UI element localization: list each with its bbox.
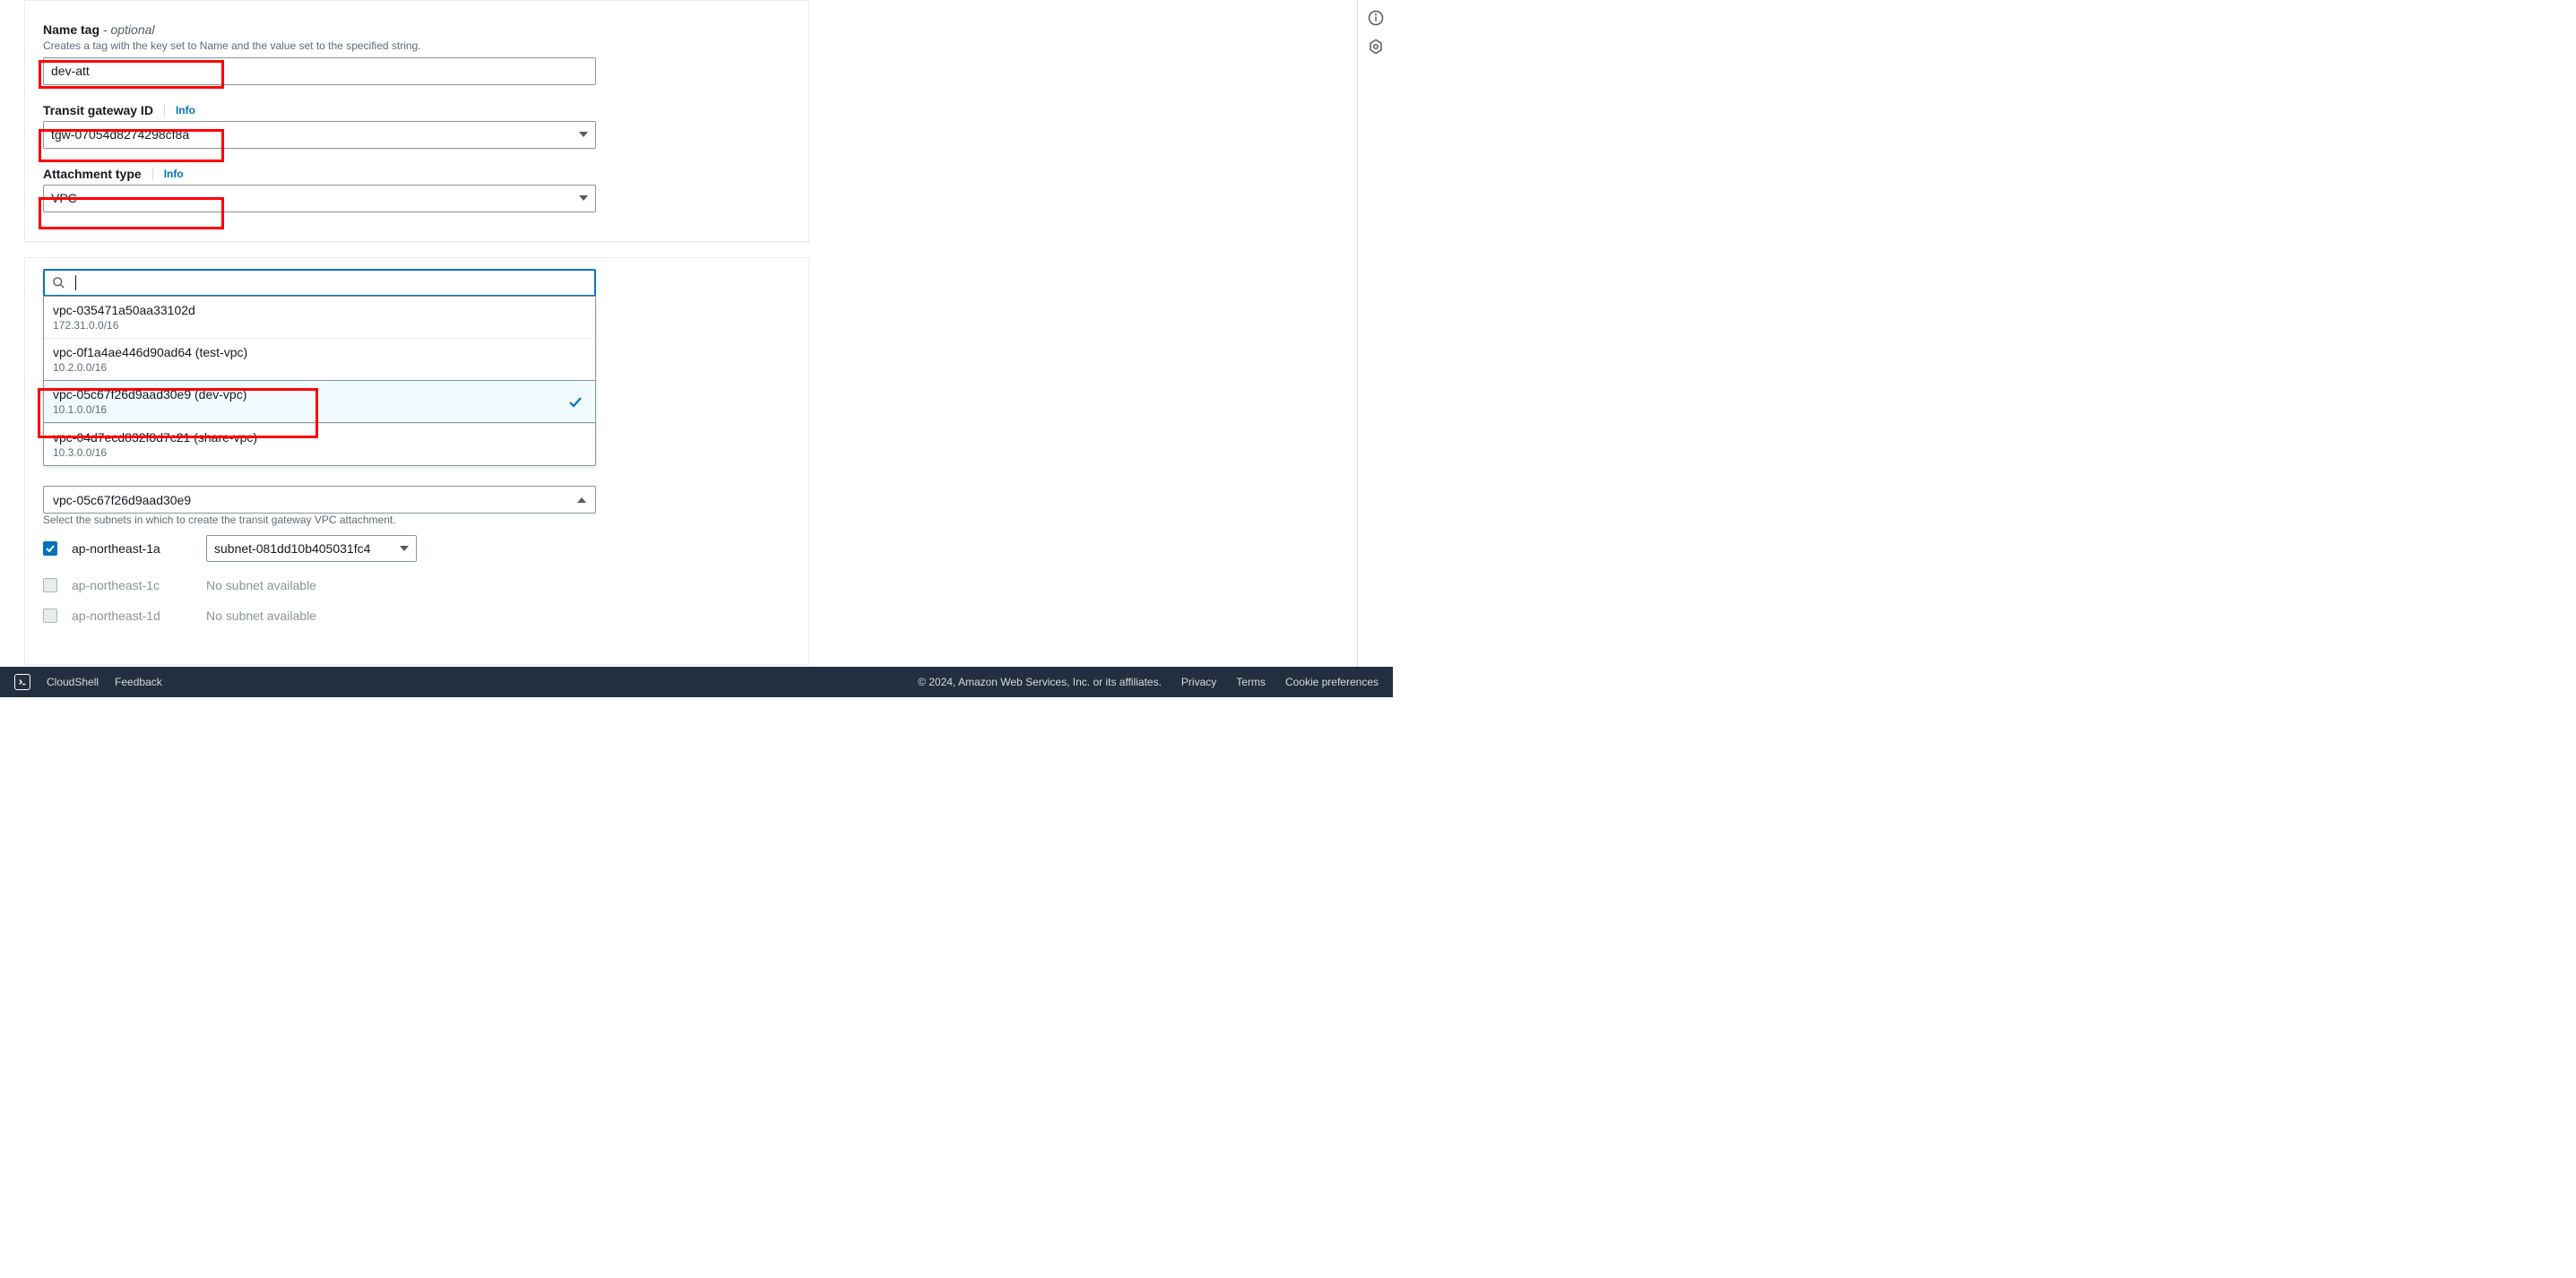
subnet-select-1a[interactable]: subnet-081dd10b405031fc4: [206, 535, 417, 562]
aws-footer: CloudShell Feedback © 2024, Amazon Web S…: [0, 667, 1393, 697]
name-tag-optional-label: - optional: [103, 22, 155, 37]
vpc-option-2-cidr: 10.1.0.0/16: [53, 403, 586, 416]
chevron-down-icon: [400, 546, 409, 551]
cloudshell-icon[interactable]: [14, 674, 30, 690]
name-tag-label: Name tag: [43, 22, 99, 37]
name-tag-value: dev-att: [51, 64, 90, 78]
subnet-row-1a: ap-northeast-1a subnet-081dd10b405031fc4: [43, 535, 791, 562]
chevron-down-icon: [579, 195, 588, 201]
settings-hex-icon[interactable]: [1367, 38, 1385, 56]
subnet-checkbox-1a[interactable]: [43, 541, 57, 556]
subnet-msg-1c: No subnet available: [206, 578, 430, 592]
text-cursor: [75, 275, 76, 290]
name-tag-desc: Creates a tag with the key set to Name a…: [43, 39, 791, 54]
subnet-desc: Select the subnets in which to create th…: [43, 513, 791, 528]
name-tag-input[interactable]: dev-att: [43, 57, 596, 85]
subnet-checkbox-1c: [43, 578, 57, 592]
tgw-info-link[interactable]: Info: [176, 104, 195, 117]
attachment-settings-panel: Name tag - optional Creates a tag with t…: [24, 0, 809, 242]
subnet-row-1d: ap-northeast-1d No subnet available: [43, 609, 791, 623]
terms-link[interactable]: Terms: [1236, 676, 1266, 688]
vpc-id-select[interactable]: vpc-05c67f26d9aad30e9: [43, 486, 596, 514]
vpc-option-0-id: vpc-035471a50aa33102d: [53, 303, 586, 317]
atype-select[interactable]: VPC: [43, 185, 596, 212]
vpc-option-3-id: vpc-04d7ecd832f8d7c21 (share-vpc): [53, 430, 586, 445]
search-icon: [52, 276, 65, 289]
vpc-option-3[interactable]: vpc-04d7ecd832f8d7c21 (share-vpc) 10.3.0…: [44, 423, 595, 465]
subnet-checkbox-1d: [43, 609, 57, 623]
subnet-row-1c: ap-northeast-1c No subnet available: [43, 578, 791, 592]
right-info-rail: [1357, 0, 1393, 667]
vpc-option-1-id: vpc-0f1a4ae446d90ad64 (test-vpc): [53, 345, 586, 359]
subnet-az-1c: ap-northeast-1c: [72, 578, 197, 592]
subnet-az-1a: ap-northeast-1a: [72, 541, 197, 556]
feedback-link[interactable]: Feedback: [115, 676, 162, 688]
subnet-az-1d: ap-northeast-1d: [72, 609, 197, 623]
atype-select-value: VPC: [51, 191, 77, 205]
tgw-label: Transit gateway ID: [43, 103, 153, 117]
vpc-option-0-cidr: 172.31.0.0/16: [53, 319, 586, 332]
vpc-option-0[interactable]: vpc-035471a50aa33102d 172.31.0.0/16: [44, 297, 595, 338]
cloudshell-link[interactable]: CloudShell: [47, 676, 99, 688]
vpc-option-1-cidr: 10.2.0.0/16: [53, 361, 586, 374]
vpc-option-3-cidr: 10.3.0.0/16: [53, 446, 586, 459]
vpc-dropdown-list: vpc-035471a50aa33102d 172.31.0.0/16 vpc-…: [43, 296, 596, 466]
vpc-option-2[interactable]: vpc-05c67f26d9aad30e9 (dev-vpc) 10.1.0.0…: [44, 380, 595, 423]
atype-divider: [152, 168, 153, 180]
vpc-option-1[interactable]: vpc-0f1a4ae446d90ad64 (test-vpc) 10.2.0.…: [44, 338, 595, 380]
chevron-up-icon: [577, 497, 586, 503]
check-icon: [568, 394, 583, 409]
tgw-select-value: tgw-07054d8274298cf8a: [51, 127, 189, 142]
subnet-select-1a-value: subnet-081dd10b405031fc4: [214, 541, 370, 556]
privacy-link[interactable]: Privacy: [1181, 676, 1216, 688]
subnet-msg-1d: No subnet available: [206, 609, 430, 623]
info-icon[interactable]: [1367, 9, 1385, 27]
tgw-divider: [164, 104, 165, 117]
vpc-search-field[interactable]: [73, 271, 587, 295]
vpc-search-input[interactable]: [43, 269, 596, 297]
cookies-link[interactable]: Cookie preferences: [1285, 676, 1379, 688]
atype-info-link[interactable]: Info: [164, 168, 184, 180]
vpc-option-2-id: vpc-05c67f26d9aad30e9 (dev-vpc): [53, 387, 586, 402]
atype-label: Attachment type: [43, 167, 142, 181]
chevron-down-icon: [579, 132, 588, 137]
vpc-id-select-value: vpc-05c67f26d9aad30e9: [53, 493, 191, 507]
footer-copyright: © 2024, Amazon Web Services, Inc. or its…: [918, 676, 1162, 688]
main-content-area: Name tag - optional Creates a tag with t…: [0, 0, 1357, 667]
tgw-select[interactable]: tgw-07054d8274298cf8a: [43, 121, 596, 149]
